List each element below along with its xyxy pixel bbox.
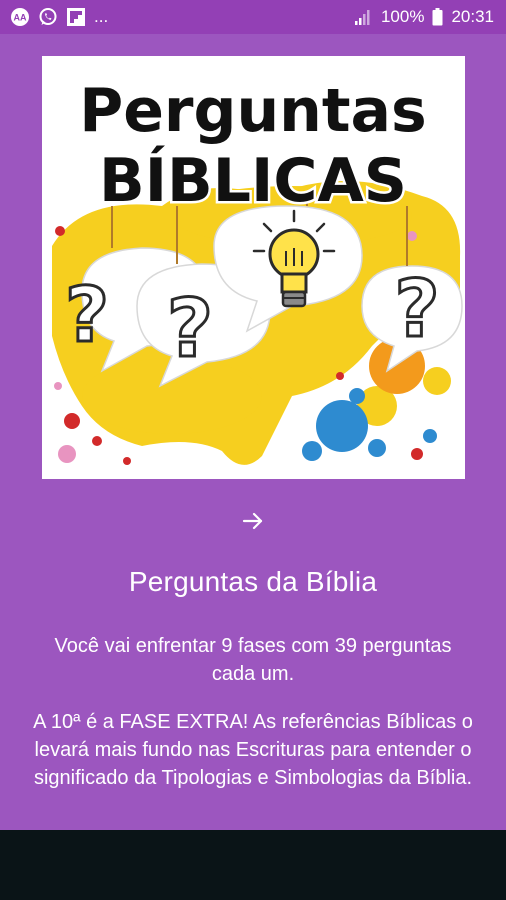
arrow-right-icon [242,511,264,536]
page-title: Perguntas da Bíblia [128,566,378,597]
hero-image: ? ? ? Perguntas BÍBLICAS [42,56,465,479]
battery-percent: 100% [380,7,425,26]
hero-title-lettering: Perguntas BÍBLICAS [77,74,430,219]
status-bar-left: AA ... [10,7,108,27]
flipboard-icon [66,7,86,27]
status-bar-right: 100% 20:31 [353,7,494,27]
svg-text:AA: AA [14,13,27,23]
question-mark-1: ? [65,270,109,359]
next-button[interactable] [0,508,506,538]
battery-icon [432,8,443,26]
signal-icon [353,8,373,26]
clock: 20:31 [451,7,494,26]
description-paragraph-1: Você vai enfrentar 9 fases com 39 pergun… [54,635,452,685]
hero-title-line1: Perguntas [79,76,427,146]
question-mark-3: ? [394,265,439,355]
more-notifications-indicator: ... [94,7,109,26]
navigation-bar [0,830,506,900]
description-paragraph-2: A 10ª é a FASE EXTRA! As referências Bíb… [33,711,473,789]
status-bar: AA ... 100% 20:31 [0,0,506,34]
onboarding-screen: ? ? ? Perguntas BÍBLICAS Perguntas da Bí… [0,34,506,830]
whatsapp-icon [38,7,58,27]
app-notification-icon: AA [10,7,30,27]
question-mark-2: ? [167,282,213,375]
hero-title-line2: BÍBLICAS [99,144,407,216]
